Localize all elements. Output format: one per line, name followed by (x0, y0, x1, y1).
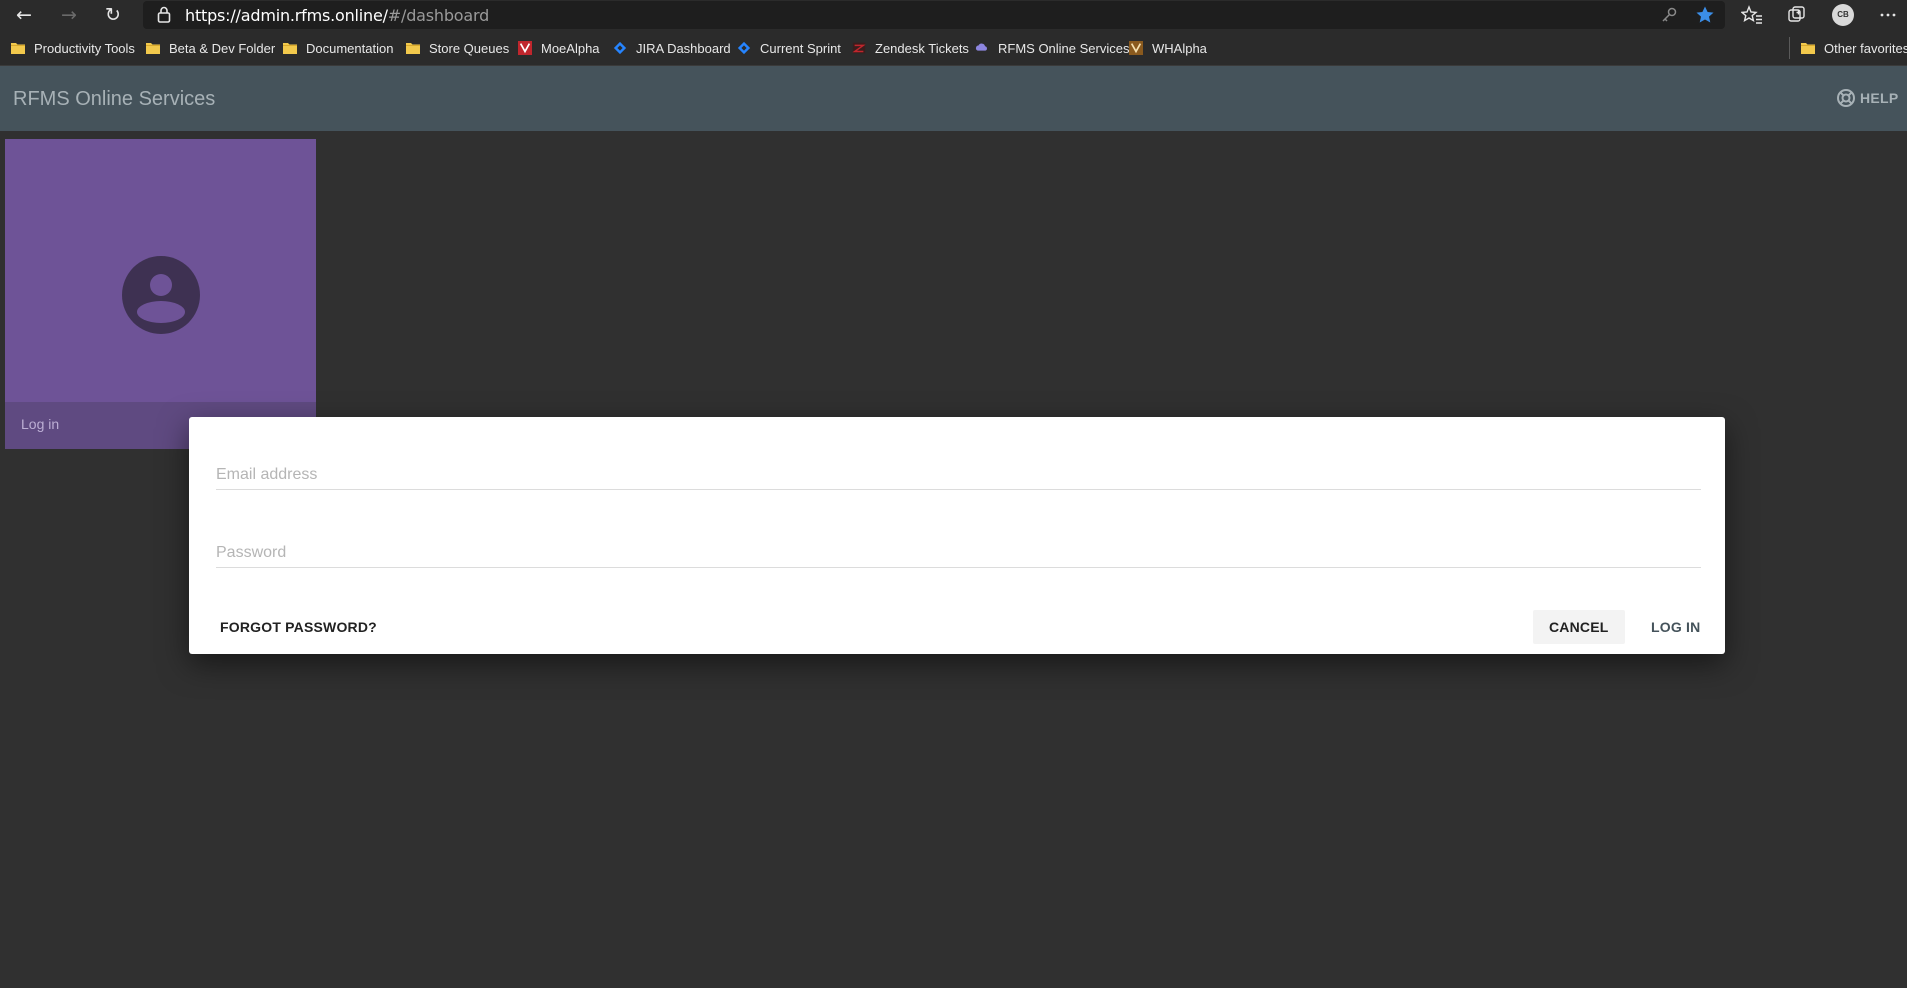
password-field-container (216, 528, 1701, 568)
favorites-list-icon[interactable] (1741, 4, 1763, 26)
bookmark-jira-dashboard[interactable]: JIRA Dashboard (612, 39, 731, 57)
bookmark-rfms-online-services[interactable]: RFMS Online Services (974, 39, 1129, 57)
bookmark-productivity-tools[interactable]: Productivity Tools (10, 39, 135, 57)
profile-avatar[interactable]: CB (1832, 4, 1854, 26)
bookmark-label: Store Queues (429, 40, 510, 56)
email-field[interactable] (216, 450, 1701, 484)
url-path: #/dashboard (387, 6, 490, 25)
collections-icon[interactable] (1786, 4, 1808, 26)
folder-icon (1801, 43, 1815, 54)
login-dialog: FORGOT PASSWORD? CANCEL LOG IN (189, 417, 1725, 654)
zendesk-favicon (852, 42, 866, 54)
url-host: https://admin.rfms.online/ (185, 6, 388, 25)
bookmark-current-sprint[interactable]: Current Sprint (736, 39, 841, 57)
bookmark-zendesk-tickets[interactable]: Zendesk Tickets (851, 39, 969, 57)
back-icon[interactable]: ← (12, 3, 36, 27)
help-button[interactable]: HELP (1836, 88, 1899, 108)
bookmarks-separator (1789, 37, 1790, 59)
folder-icon (11, 43, 25, 54)
bookmark-store-queues[interactable]: Store Queues (405, 39, 509, 57)
bookmark-label: WHAlpha (1152, 40, 1207, 56)
whalpha-favicon (1129, 41, 1143, 55)
tile-label: Log in (21, 416, 60, 432)
rfms-favicon (975, 43, 987, 51)
jira-favicon (613, 41, 627, 55)
help-lifebuoy-icon (1837, 89, 1855, 107)
forgot-password-button[interactable]: FORGOT PASSWORD? (204, 610, 393, 644)
email-field-container (216, 450, 1701, 490)
jira-favicon (737, 41, 751, 55)
bookmark-whalpha[interactable]: WHAlpha (1128, 39, 1207, 57)
bookmark-label: Current Sprint (760, 40, 841, 56)
bookmark-label: Documentation (306, 40, 394, 56)
app-title: RFMS Online Services (13, 88, 216, 110)
browser-toolbar: ← → ↻ https://admin.rfms.online/#/dashbo… (0, 0, 1907, 30)
bookmark-documentation[interactable]: Documentation (282, 39, 393, 57)
url-text[interactable]: https://admin.rfms.online/#/dashboard (185, 6, 489, 25)
bookmark-beta-dev-folder[interactable]: Beta & Dev Folder (145, 39, 275, 57)
more-options-icon[interactable] (1877, 4, 1899, 26)
bookmark-label: JIRA Dashboard (636, 40, 731, 56)
bookmark-label: Beta & Dev Folder (169, 40, 276, 56)
login-tile[interactable]: Log in (5, 139, 316, 449)
bookmark-label: Productivity Tools (34, 40, 135, 56)
bookmark-moealpha[interactable]: MoeAlpha (517, 39, 600, 57)
app-header (0, 66, 1907, 131)
moealpha-favicon (518, 41, 532, 55)
folder-icon (283, 43, 297, 54)
account-circle-icon (122, 256, 200, 334)
log-in-button[interactable]: LOG IN (1635, 610, 1716, 644)
refresh-icon[interactable]: ↻ (101, 3, 125, 27)
lock-icon[interactable] (157, 6, 171, 23)
folder-icon (406, 43, 420, 54)
cancel-button[interactable]: CANCEL (1533, 610, 1625, 644)
help-label: HELP (1860, 90, 1899, 106)
bookmark-label: Zendesk Tickets (875, 40, 969, 56)
favorite-star-icon[interactable] (1695, 5, 1715, 25)
password-field[interactable] (216, 528, 1701, 562)
forward-icon[interactable]: → (57, 3, 81, 27)
folder-icon (146, 43, 160, 54)
bookmark-label: MoeAlpha (541, 40, 600, 56)
bookmark-other-favorites[interactable]: Other favorites (1800, 39, 1907, 57)
bookmark-label: Other favorites (1824, 40, 1907, 56)
key-icon[interactable] (1659, 5, 1679, 25)
bookmark-label: RFMS Online Services (998, 40, 1130, 56)
